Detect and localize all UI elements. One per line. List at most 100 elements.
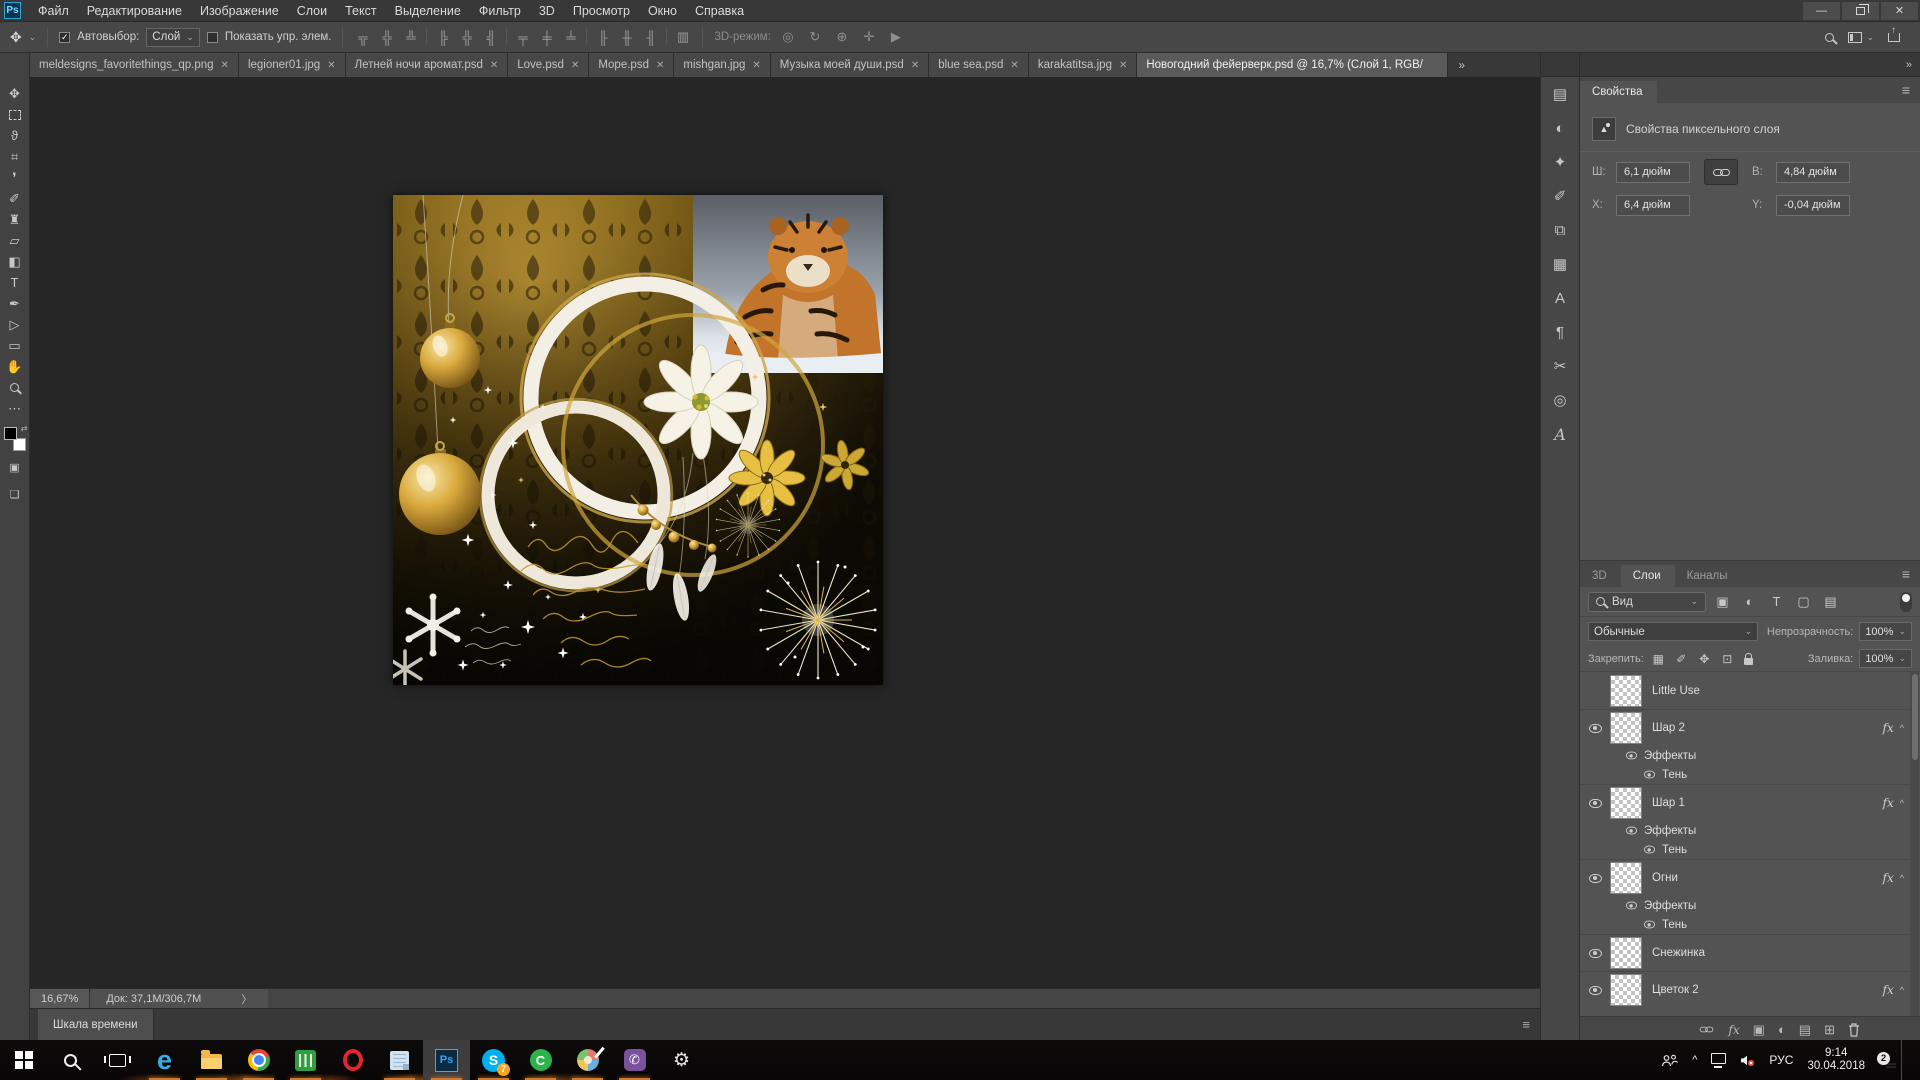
status-chevron-icon[interactable]: 〉 bbox=[241, 991, 252, 1007]
tab-close-icon[interactable]: ✕ bbox=[490, 60, 498, 71]
layer-name[interactable]: Цветок 2 bbox=[1652, 984, 1699, 996]
layer-name[interactable]: Эффекты bbox=[1644, 900, 1696, 912]
align-icon[interactable]: ╩ bbox=[402, 30, 419, 45]
chrome-taskbar-button[interactable] bbox=[235, 1040, 282, 1080]
paragraph-panel-icon[interactable]: ¶ bbox=[1541, 315, 1579, 349]
new-layer-icon[interactable]: ⊞ bbox=[1824, 1022, 1835, 1038]
align-icon[interactable]: ╤ bbox=[514, 30, 531, 45]
visibility-eye-icon[interactable] bbox=[1589, 799, 1602, 808]
lasso-tool[interactable]: ϑ bbox=[2, 125, 28, 146]
timeline-tab[interactable]: Шкала времени bbox=[38, 1009, 154, 1040]
visibility-eye-icon[interactable] bbox=[1589, 874, 1602, 883]
fill-field[interactable]: 100% ⌄ bbox=[1859, 649, 1912, 668]
layer-filter-icon[interactable]: ▤ bbox=[1820, 594, 1841, 610]
paragraph-styles-panel-icon[interactable]: ◎ bbox=[1541, 383, 1579, 417]
layer-name[interactable]: Снежинка bbox=[1652, 947, 1705, 959]
autoselect-checkbox[interactable]: ✓ bbox=[59, 32, 70, 43]
swap-colors-icon[interactable]: ⇄ bbox=[21, 424, 28, 433]
tab-channels[interactable]: Каналы bbox=[1675, 565, 1742, 587]
menu-item[interactable]: Просмотр bbox=[564, 0, 639, 22]
workspace-icon[interactable] bbox=[1848, 32, 1862, 43]
layer-row[interactable]: Огни fx ^ bbox=[1580, 859, 1920, 896]
tab-close-icon[interactable]: ✕ bbox=[752, 60, 760, 71]
layer-thumbnail[interactable] bbox=[1610, 974, 1642, 1006]
mode3d-icon[interactable]: ✛ bbox=[859, 29, 879, 45]
tab-close-icon[interactable]: ✕ bbox=[327, 60, 335, 71]
clone-source-panel-icon[interactable]: ⧉ bbox=[1541, 213, 1579, 247]
blend-mode-select[interactable]: Обычные ⌄ bbox=[1588, 622, 1758, 641]
lock-option-icon[interactable]: ✐ bbox=[1673, 652, 1690, 666]
layer-row[interactable]: Шар 2 fx ^ bbox=[1580, 709, 1920, 746]
layer-thumbnail[interactable] bbox=[1610, 712, 1642, 744]
visibility-eye-icon[interactable] bbox=[1589, 986, 1602, 995]
document-tab[interactable]: blue sea.psd ✕ bbox=[929, 53, 1029, 77]
mode3d-icon[interactable]: ⊕ bbox=[832, 29, 852, 45]
layer-name[interactable]: Тень bbox=[1662, 769, 1687, 781]
layers-scrollbar[interactable] bbox=[1910, 672, 1919, 1016]
color-swatches[interactable]: ⇄ bbox=[4, 427, 26, 451]
network-icon[interactable] bbox=[1711, 1053, 1726, 1064]
share-icon[interactable] bbox=[1888, 33, 1900, 42]
more-tools[interactable]: ⋯ bbox=[2, 398, 28, 419]
document-tab[interactable]: Море.psd ✕ bbox=[589, 53, 674, 77]
language-indicator[interactable]: РУС bbox=[1769, 1053, 1793, 1067]
tab-close-icon[interactable]: ✕ bbox=[571, 60, 579, 71]
layer-name[interactable]: Огни bbox=[1652, 872, 1678, 884]
visibility-eye-icon[interactable] bbox=[1626, 827, 1637, 835]
menu-item[interactable]: Слои bbox=[288, 0, 336, 22]
lock-option-icon[interactable]: ✥ bbox=[1696, 652, 1713, 666]
visibility-eye-icon[interactable] bbox=[1644, 846, 1655, 854]
menu-item[interactable]: Файл bbox=[29, 0, 78, 22]
document-tab[interactable]: Музыка моей души.psd ✕ bbox=[771, 53, 929, 77]
camtasia-taskbar-button[interactable]: C bbox=[517, 1040, 564, 1080]
mode3d-icon[interactable]: ◎ bbox=[778, 29, 798, 45]
brush-settings-panel-icon[interactable]: ✐ bbox=[1541, 179, 1579, 213]
align-icon[interactable]: ╦ bbox=[354, 30, 371, 45]
search-icon[interactable] bbox=[1825, 33, 1834, 42]
layer-fx-badge[interactable]: fx ^ bbox=[1883, 796, 1904, 810]
collapse-effects-icon[interactable]: ^ bbox=[1900, 723, 1904, 733]
hand-tool[interactable]: ✋ bbox=[2, 356, 28, 377]
zoom-level-field[interactable]: 16,67% bbox=[30, 989, 90, 1008]
layer-row[interactable]: Цветок 2 fx ^ bbox=[1580, 971, 1920, 1008]
clone-stamp-tool[interactable]: ♜ bbox=[2, 209, 28, 230]
layer-filter-icon[interactable]: ▢ bbox=[1793, 594, 1814, 610]
layer-thumbnail[interactable] bbox=[1610, 862, 1642, 894]
new-group-icon[interactable]: ▤ bbox=[1799, 1022, 1811, 1038]
layer-name[interactable]: Эффекты bbox=[1644, 825, 1696, 837]
align-icon[interactable]: ╣ bbox=[482, 30, 499, 45]
layer-row[interactable]: Эффекты fx ^ bbox=[1580, 821, 1920, 840]
document-tab[interactable]: meldesigns_favoritethings_qp.png ✕ bbox=[30, 53, 239, 77]
crop-tool[interactable]: ⌗ bbox=[2, 146, 28, 167]
chevron-down-icon[interactable]: ⌄ bbox=[1866, 33, 1874, 42]
collapse-effects-icon[interactable]: ^ bbox=[1900, 798, 1904, 808]
visibility-eye-icon[interactable] bbox=[1589, 949, 1602, 958]
tab-3d[interactable]: 3D bbox=[1580, 565, 1621, 587]
mode3d-icon[interactable]: ↻ bbox=[805, 29, 825, 45]
show-desktop-button[interactable] bbox=[1901, 1040, 1906, 1080]
layer-thumbnail[interactable] bbox=[1610, 787, 1642, 819]
align-icon[interactable]: ▥ bbox=[674, 29, 691, 45]
width-field[interactable]: 6,1 дюйм bbox=[1616, 162, 1690, 183]
panel-menu-icon[interactable]: ≡ bbox=[1902, 566, 1920, 582]
lock-option-icon[interactable]: ⊡ bbox=[1719, 652, 1736, 666]
tab-layers[interactable]: Слои bbox=[1621, 565, 1675, 587]
layer-name[interactable]: Эффекты bbox=[1644, 750, 1696, 762]
pen-tool[interactable]: ✒ bbox=[2, 293, 28, 314]
chevron-down-icon[interactable]: ⌄ bbox=[29, 33, 37, 42]
move-tool-icon[interactable]: ✥ bbox=[10, 29, 22, 46]
canvas-area[interactable] bbox=[30, 77, 1540, 988]
layer-row[interactable]: Эффекты fx ^ bbox=[1580, 746, 1920, 765]
marquee-tool[interactable] bbox=[2, 104, 28, 125]
align-icon[interactable] bbox=[586, 29, 587, 45]
align-icon[interactable]: ╪ bbox=[538, 30, 555, 45]
link-dimensions-button[interactable] bbox=[1704, 159, 1738, 185]
zoom-tool[interactable] bbox=[2, 377, 28, 398]
glyphs-panel-icon[interactable]: A bbox=[1541, 417, 1579, 451]
tab-close-icon[interactable]: ✕ bbox=[221, 60, 229, 71]
shape-tool[interactable]: ▭ bbox=[2, 335, 28, 356]
tab-close-icon[interactable]: ✕ bbox=[1010, 60, 1018, 71]
menu-item[interactable]: Текст bbox=[336, 0, 385, 22]
type-tool[interactable]: T bbox=[2, 272, 28, 293]
autoselect-target-select[interactable]: Слой ⌄ bbox=[146, 28, 200, 47]
